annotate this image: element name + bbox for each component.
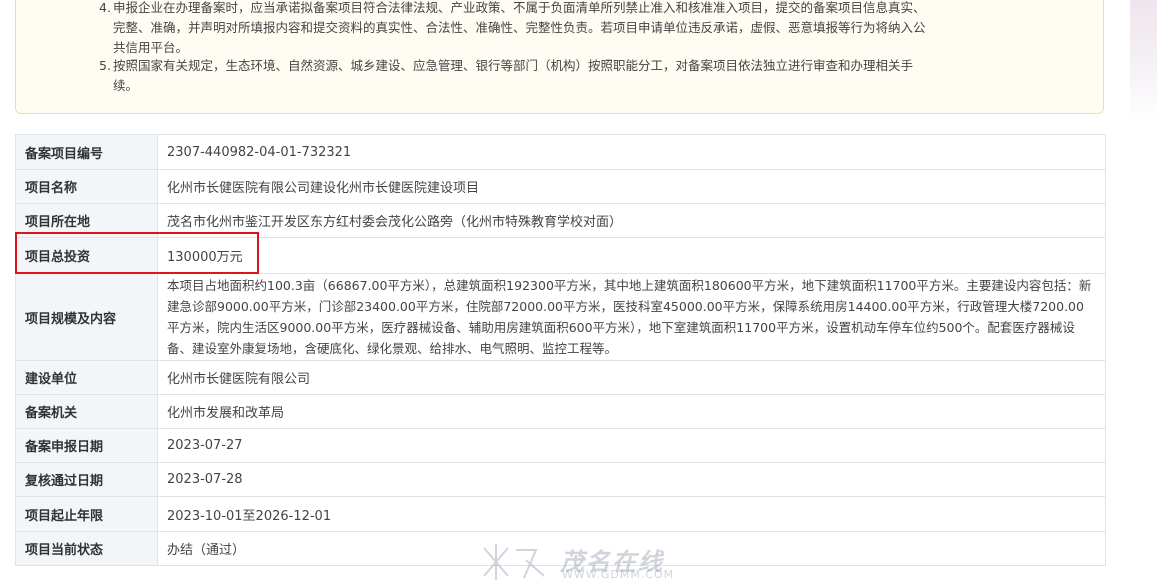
row-project-name: 项目名称 化州市长健医院有限公司建设化州市长健医院建设项目 <box>15 169 1106 204</box>
notice-item-5-number: 5. <box>99 58 111 73</box>
row-construction-unit: 建设单位 化州市长健医院有限公司 <box>15 360 1106 395</box>
value-project-status: 办结（通过） <box>157 531 1106 566</box>
investment-highlight-box <box>15 232 259 274</box>
label-project-period: 项目起止年限 <box>15 496 158 532</box>
label-filing-date: 备案申报日期 <box>15 428 158 463</box>
notice-box: 4. 申报企业在办理备案时，应当承诺拟备案项目符合法律法规、产业政策、不属于负面… <box>15 0 1104 114</box>
value-project-scope: 本项目占地面积约100.3亩（66867.00平方米），总建筑面积192300平… <box>157 273 1106 361</box>
value-filing-authority: 化州市发展和改革局 <box>157 394 1106 429</box>
value-review-date: 2023-07-28 <box>157 462 1106 497</box>
notice-item-5: 5. 按照国家有关规定，生态环境、自然资源、城乡建设、应急管理、银行等部门（机构… <box>99 56 929 96</box>
notice-item-4-text: 申报企业在办理备案时，应当承诺拟备案项目符合法律法规、产业政策、不属于负面清单所… <box>113 0 926 55</box>
notice-item-4: 4. 申报企业在办理备案时，应当承诺拟备案项目符合法律法规、产业政策、不属于负面… <box>99 0 929 58</box>
label-project-code: 备案项目编号 <box>15 134 158 170</box>
value-total-investment: 130000万元 <box>157 237 1106 274</box>
project-info-table: 备案项目编号 2307-440982-04-01-732321 项目名称 化州市… <box>15 134 1106 566</box>
label-filing-authority: 备案机关 <box>15 394 158 429</box>
notice-item-4-number: 4. <box>99 0 111 15</box>
row-filing-date: 备案申报日期 2023-07-27 <box>15 428 1106 463</box>
label-review-date: 复核通过日期 <box>15 462 158 497</box>
value-construction-unit: 化州市长健医院有限公司 <box>157 360 1106 395</box>
label-construction-unit: 建设单位 <box>15 360 158 395</box>
page-side-gradient <box>1130 0 1157 120</box>
row-project-period: 项目起止年限 2023-10-01至2026-12-01 <box>15 496 1106 532</box>
row-project-code: 备案项目编号 2307-440982-04-01-732321 <box>15 134 1106 170</box>
label-project-name: 项目名称 <box>15 169 158 204</box>
row-filing-authority: 备案机关 化州市发展和改革局 <box>15 394 1106 429</box>
value-project-period: 2023-10-01至2026-12-01 <box>157 496 1106 532</box>
watermark-site-url: WWW.GDMM.COM <box>562 568 675 581</box>
value-project-name: 化州市长健医院有限公司建设化州市长健医院建设项目 <box>157 169 1106 204</box>
value-project-location: 茂名市化州市鉴江开发区东方红村委会茂化公路旁（化州市特殊教育学校对面） <box>157 203 1106 238</box>
label-project-status: 项目当前状态 <box>15 531 158 566</box>
row-review-date: 复核通过日期 2023-07-28 <box>15 462 1106 497</box>
row-project-scope: 项目规模及内容 本项目占地面积约100.3亩（66867.00平方米），总建筑面… <box>15 273 1106 361</box>
value-filing-date: 2023-07-27 <box>157 428 1106 463</box>
notice-item-5-text: 按照国家有关规定，生态环境、自然资源、城乡建设、应急管理、银行等部门（机构）按照… <box>113 58 914 93</box>
row-project-status: 项目当前状态 办结（通过） <box>15 531 1106 566</box>
value-project-code: 2307-440982-04-01-732321 <box>157 134 1106 170</box>
label-project-scope: 项目规模及内容 <box>15 273 158 361</box>
